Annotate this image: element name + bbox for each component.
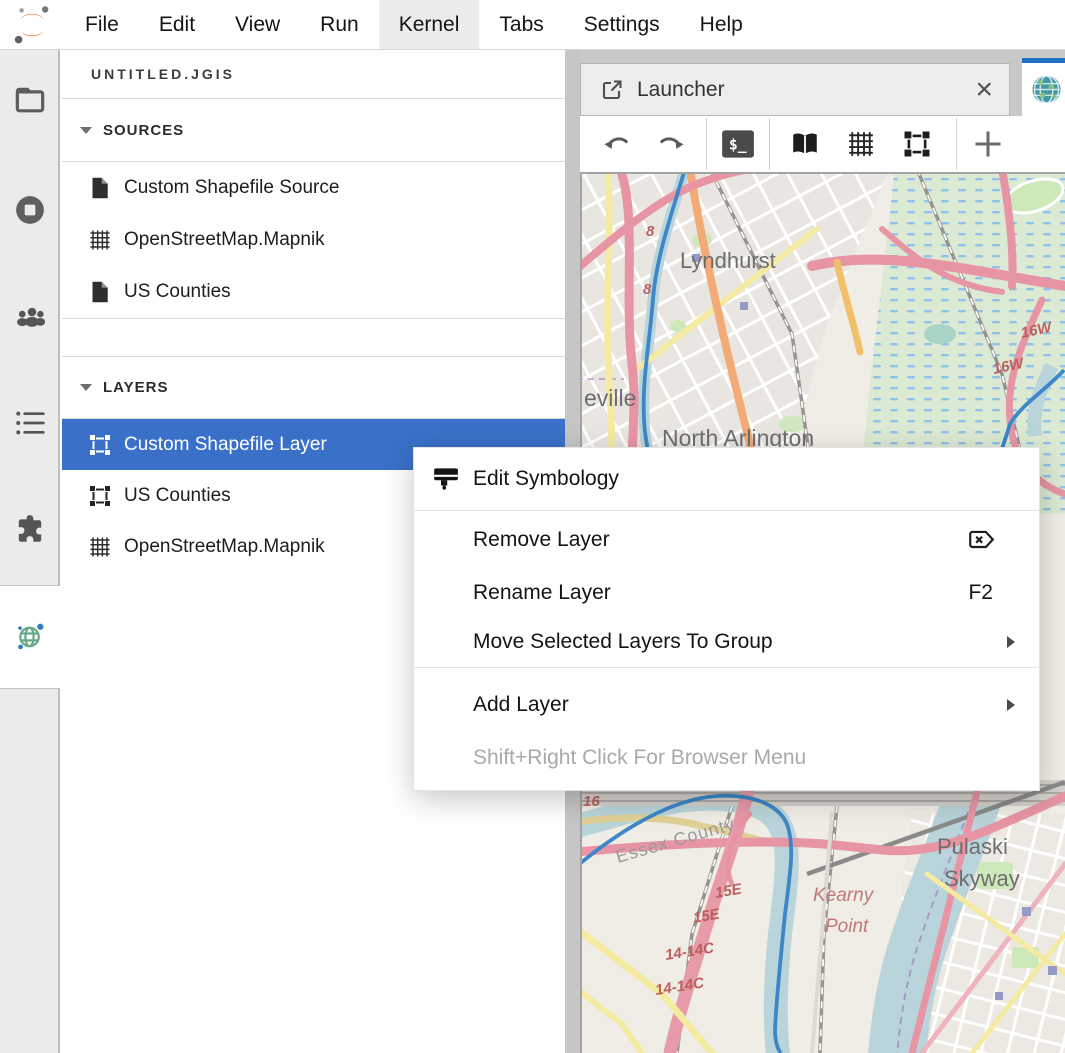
- map-label: eville: [584, 385, 636, 411]
- menu-help[interactable]: Help: [680, 0, 763, 49]
- folder-icon[interactable]: [14, 84, 46, 116]
- tab-launcher[interactable]: Launcher ×: [580, 63, 1010, 116]
- remove-layer-icon: [967, 527, 995, 553]
- map-label: Pulaski: [937, 834, 1008, 859]
- menu-kernel[interactable]: Kernel: [379, 0, 480, 49]
- jupytergis-globe-icon[interactable]: [14, 620, 46, 652]
- layer-item-label: OpenStreetMap.Mapnik: [124, 536, 325, 558]
- file-icon: [88, 176, 112, 200]
- menu-edit[interactable]: Edit: [139, 0, 215, 49]
- menu-item-remove-layer[interactable]: Remove Layer: [414, 511, 1039, 569]
- left-sidebar-strip: [0, 50, 60, 1053]
- menu-item-label: Edit Symbology: [473, 467, 619, 491]
- menu-run[interactable]: Run: [300, 0, 379, 49]
- main-menubar: File Edit View Run Kernel Tabs Settings …: [0, 0, 1065, 50]
- document-title: UNTITLED.JGIS: [62, 50, 565, 99]
- chevron-down-icon: [80, 127, 92, 134]
- table-of-contents-icon[interactable]: [14, 407, 46, 439]
- sources-list: Custom Shapefile Source OpenStreetMap.Ma…: [62, 162, 565, 318]
- toolbar-separator: [706, 118, 707, 170]
- menu-item-add-layer[interactable]: Add Layer: [414, 678, 1039, 732]
- jupyter-logo-icon: [13, 5, 51, 45]
- map-label: Point: [825, 916, 869, 937]
- source-item-us-counties[interactable]: US Counties: [62, 266, 565, 318]
- undo-icon[interactable]: [602, 129, 632, 159]
- map-label: 8: [643, 281, 652, 298]
- svg-text:$_: $_: [729, 137, 747, 154]
- source-item-custom-shapefile[interactable]: Custom Shapefile Source: [62, 162, 565, 214]
- jupytergis-logo-icon: [1031, 74, 1062, 105]
- redo-icon[interactable]: [656, 129, 686, 159]
- map-label: Kearny: [813, 885, 875, 906]
- layers-section-header[interactable]: LAYERS: [62, 356, 565, 419]
- symbology-brush-icon: [431, 464, 461, 494]
- layer-item-label: Custom Shapefile Layer: [124, 434, 327, 456]
- menu-view[interactable]: View: [215, 0, 300, 49]
- source-item-label: US Counties: [124, 281, 231, 303]
- vector-polygon-icon: [88, 433, 112, 457]
- sources-section-header[interactable]: SOURCES: [62, 99, 565, 162]
- add-vector-layer-icon[interactable]: [902, 129, 932, 159]
- menu-file[interactable]: File: [65, 0, 139, 49]
- tab-launcher-label: Launcher: [637, 78, 725, 102]
- chevron-down-icon: [80, 384, 92, 391]
- source-item-label: OpenStreetMap.Mapnik: [124, 229, 325, 251]
- users-icon[interactable]: [14, 300, 46, 332]
- menu-item-label: Rename Layer: [473, 581, 611, 605]
- tab-jgis-document[interactable]: [1022, 58, 1065, 116]
- map-label: 16: [583, 793, 600, 810]
- sources-header-label: SOURCES: [103, 122, 184, 139]
- map-label: Lyndhurst: [680, 248, 776, 273]
- menu-item-label: Shift+Right Click For Browser Menu: [473, 746, 806, 770]
- raster-grid-icon: [88, 228, 112, 252]
- menu-divider: [414, 667, 1039, 668]
- section-gap: [62, 318, 565, 356]
- dock-tabbar: Launcher ×: [580, 50, 1065, 116]
- submenu-arrow-icon: [1007, 699, 1015, 711]
- menu-item-rename-layer[interactable]: Rename Layer F2: [414, 569, 1039, 617]
- shortcut-label: F2: [968, 581, 993, 605]
- close-icon[interactable]: ×: [975, 77, 993, 103]
- raster-grid-icon: [88, 535, 112, 559]
- submenu-arrow-icon: [1007, 636, 1015, 648]
- file-icon: [88, 280, 112, 304]
- map-label: 8: [646, 223, 655, 240]
- jgis-toolbar: $_: [580, 116, 1065, 172]
- map-label: Skyway: [944, 866, 1020, 891]
- running-kernels-icon[interactable]: [14, 194, 46, 226]
- menu-item-label: Add Layer: [473, 693, 569, 717]
- menu-item-move-layers-to-group[interactable]: Move Selected Layers To Group: [414, 617, 1039, 667]
- extensions-puzzle-icon[interactable]: [14, 513, 46, 545]
- launcher-external-link-icon: [599, 77, 625, 103]
- new-plus-icon[interactable]: [973, 129, 1003, 159]
- layer-item-label: US Counties: [124, 485, 231, 507]
- menu-item-label: Move Selected Layers To Group: [473, 630, 773, 654]
- source-item-osm-mapnik[interactable]: OpenStreetMap.Mapnik: [62, 214, 565, 266]
- menu-tabs[interactable]: Tabs: [479, 0, 563, 49]
- menu-item-label: Remove Layer: [473, 528, 610, 552]
- layer-context-menu: Edit Symbology Remove Layer Rename Layer…: [413, 447, 1040, 791]
- terminal-icon[interactable]: $_: [721, 128, 755, 160]
- toolbar-separator: [769, 118, 770, 170]
- add-raster-layer-icon[interactable]: [846, 129, 876, 159]
- toolbar-separator: [956, 118, 957, 170]
- jupyterlab-window: File Edit View Run Kernel Tabs Settings …: [0, 0, 1065, 1053]
- layers-header-label: LAYERS: [103, 379, 168, 396]
- vector-polygon-icon: [88, 484, 112, 508]
- source-item-label: Custom Shapefile Source: [124, 177, 339, 199]
- menu-item-edit-symbology[interactable]: Edit Symbology: [414, 448, 1039, 510]
- read-book-icon[interactable]: [790, 129, 820, 159]
- menu-item-browser-menu-hint: Shift+Right Click For Browser Menu: [414, 732, 1039, 784]
- menu-settings[interactable]: Settings: [564, 0, 680, 49]
